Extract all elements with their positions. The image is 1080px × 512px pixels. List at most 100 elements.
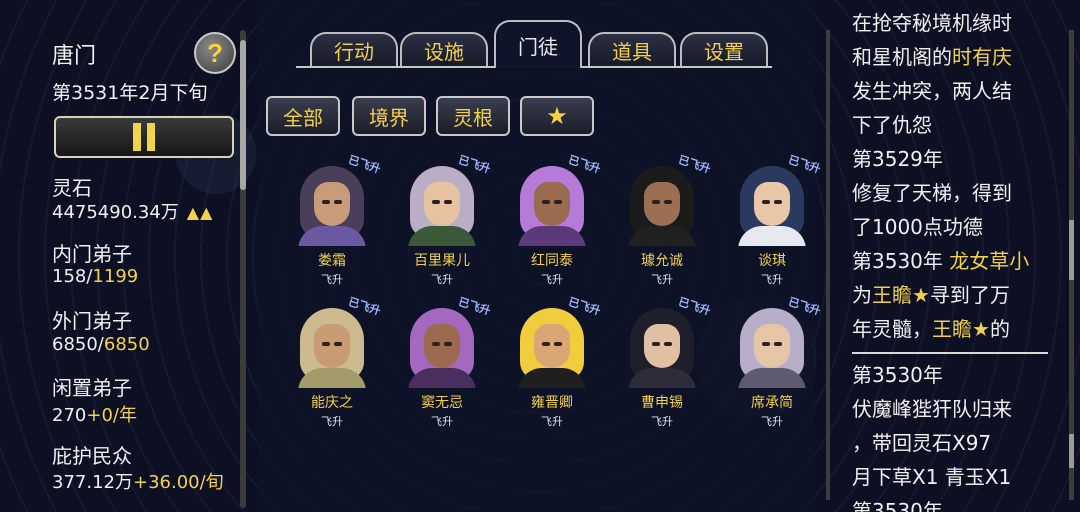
disciple-card[interactable]: 已飞升 窦无忌 飞升 — [392, 295, 492, 429]
disciple-card[interactable]: 已飞升 红同泰 飞升 — [502, 153, 602, 287]
disciple-name: 娄霜 — [318, 253, 346, 269]
log-text: 的 — [989, 317, 1010, 341]
disciple-portrait — [734, 164, 810, 246]
disciple-status: 飞升 — [651, 415, 673, 428]
question-icon: ? — [207, 37, 223, 68]
stat-value-protected-people: 377.12万+36.00/旬 — [52, 472, 224, 493]
log-line: 第3529年 — [852, 142, 1064, 176]
portrait-face — [534, 324, 570, 368]
game-date: 第3531年2月下旬 — [52, 82, 208, 104]
disciple-name: 曹申锡 — [641, 395, 683, 411]
filter-favorite-button[interactable]: ★ — [520, 96, 594, 136]
portrait-eye-left — [542, 200, 550, 204]
portrait-eye-right — [444, 200, 452, 204]
portrait-eye-left — [652, 200, 660, 204]
portrait-face — [754, 324, 790, 368]
filter-spirit-root-button[interactable]: 灵根 — [436, 96, 510, 136]
disciple-portrait — [404, 164, 480, 246]
disciple-portrait — [514, 164, 590, 246]
portrait-eye-right — [554, 342, 562, 346]
log-highlight-name[interactable]: 龙女草小 — [949, 249, 1029, 273]
log-line: 下了仇怨 — [852, 108, 1064, 142]
help-button[interactable]: ? — [194, 32, 236, 74]
portrait-eye-right — [444, 342, 452, 346]
log-line: 第3530年 — [852, 358, 1064, 392]
disciple-status: 飞升 — [541, 415, 563, 428]
disciple-portrait — [734, 306, 810, 388]
disciple-card[interactable]: 已飞升 席承简 飞升 — [722, 295, 822, 429]
log-text: 第3529年 — [852, 147, 943, 171]
disciple-card[interactable]: 已飞升 娄霜 飞升 — [282, 153, 382, 287]
log-line: ，带回灵石X97 — [852, 426, 1064, 460]
portrait-eye-right — [554, 200, 562, 204]
disciple-name: 红同泰 — [531, 253, 573, 269]
disciple-card[interactable]: 已飞升 曹申锡 飞升 — [612, 295, 712, 429]
log-scrollbar-thumb[interactable] — [1069, 220, 1074, 280]
disciple-card[interactable]: 已飞升 璩允诚 飞升 — [612, 153, 712, 287]
portrait-eye-left — [652, 342, 660, 346]
log-divider — [826, 30, 830, 500]
portrait-eye-left — [762, 342, 770, 346]
portrait-eye-left — [762, 200, 770, 204]
log-text: 在抢夺秘境机缘时 — [852, 11, 1012, 35]
log-text: 第3530年 — [852, 249, 950, 273]
portrait-eye-right — [774, 342, 782, 346]
pause-button[interactable] — [54, 116, 234, 158]
stat-label-protected-people: 庇护民众 — [52, 444, 132, 468]
portrait-face — [754, 182, 790, 226]
portrait-eye-right — [334, 200, 342, 204]
disciple-name: 璩允诚 — [641, 253, 683, 269]
portrait-eye-right — [664, 200, 672, 204]
log-highlight-name[interactable]: 王瞻★ — [872, 283, 930, 307]
log-text: 年灵髓， — [852, 317, 932, 341]
disciple-status: 飞升 — [761, 273, 783, 286]
disciple-status: 飞升 — [431, 415, 453, 428]
log-line: 和星机阁的时有庆 — [852, 40, 1064, 74]
log-line: 为王瞻★寻到了万 — [852, 278, 1064, 312]
disciple-portrait — [404, 306, 480, 388]
tab-disciples[interactable]: 门徒 — [494, 20, 582, 68]
log-scrollbar[interactable] — [1069, 30, 1074, 500]
log-scrollbar-thumb-lower[interactable] — [1069, 434, 1074, 468]
disciple-name: 谈琪 — [758, 253, 786, 269]
left-scrollbar[interactable] — [240, 30, 246, 508]
log-line: 发生冲突，两人结 — [852, 74, 1064, 108]
stat-label-spirit-stone: 灵石 — [52, 176, 92, 200]
disciple-card[interactable]: 已飞升 百里果儿 飞升 — [392, 153, 492, 287]
log-text: 发生冲突，两人结 — [852, 79, 1012, 103]
log-line: 修复了天梯，得到 — [852, 176, 1064, 210]
tab-items[interactable]: 道具 — [588, 32, 676, 66]
log-separator — [852, 352, 1048, 354]
log-line: 在抢夺秘境机缘时 — [852, 6, 1064, 40]
log-highlight-name[interactable]: 王瞻★ — [932, 317, 990, 341]
log-text: 寻到了万 — [929, 283, 1010, 307]
disciple-status: 飞升 — [321, 415, 343, 428]
stat-value-spirit-stone: 4475490.34万 ▲▲ — [52, 202, 214, 223]
log-line: 年灵髓，王瞻★的 — [852, 312, 1064, 346]
left-scrollbar-thumb[interactable] — [240, 40, 246, 190]
portrait-face — [424, 182, 460, 226]
disciple-card[interactable]: 已飞升 谈琪 飞升 — [722, 153, 822, 287]
sect-status-panel: 唐门 ? 第3531年2月下旬 灵石 4475490.34万 ▲▲ 内门弟子 15… — [0, 0, 250, 512]
portrait-eye-left — [322, 342, 330, 346]
log-text: 为 — [852, 283, 872, 307]
disciple-status: 飞升 — [431, 273, 453, 286]
log-line: 月下草X1 青玉X1 — [852, 460, 1064, 494]
stat-label-inner-disciples: 内门弟子 — [52, 242, 132, 266]
portrait-face — [424, 324, 460, 368]
disciple-status: 飞升 — [541, 273, 563, 286]
tab-action[interactable]: 行动 — [310, 32, 398, 66]
log-highlight-name[interactable]: 时有庆 — [952, 45, 1012, 69]
log-text: 了1000点功德 — [852, 215, 983, 239]
tab-facilities[interactable]: 设施 — [400, 32, 488, 66]
portrait-face — [534, 182, 570, 226]
disciple-card[interactable]: 已飞升 能庆之 飞升 — [282, 295, 382, 429]
tab-settings[interactable]: 设置 — [680, 32, 768, 66]
stat-value-outer-disciples: 6850/6850 — [52, 334, 150, 355]
filter-realm-button[interactable]: 境界 — [352, 96, 426, 136]
pause-icon-bar-right — [147, 123, 155, 151]
filter-all-button[interactable]: 全部 — [266, 96, 340, 136]
disciple-card[interactable]: 已飞升 雍晋卿 飞升 — [502, 295, 602, 429]
disciple-portrait — [294, 306, 370, 388]
disciple-status: 飞升 — [761, 415, 783, 428]
